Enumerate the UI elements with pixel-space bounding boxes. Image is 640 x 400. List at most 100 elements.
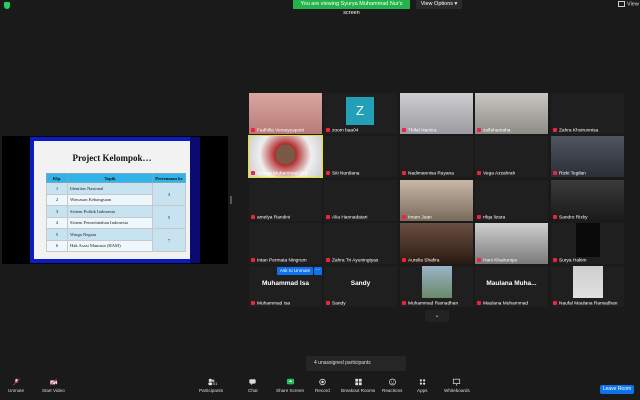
security-shield-icon[interactable]	[4, 2, 10, 9]
participant-name: zalfahamaha	[483, 128, 511, 133]
share-screen-button[interactable]: Share Screen	[276, 378, 304, 393]
participant-name-label: Naufal Maulana Ramadhan	[553, 300, 618, 306]
view-button[interactable]: View	[618, 1, 639, 7]
participants-count: 51	[213, 381, 218, 386]
avatar: Z	[346, 97, 374, 125]
participant-name-label: zoom baa04	[326, 127, 358, 133]
col-header-klp: Klp.	[46, 173, 68, 183]
whiteboards-label: Whiteboards	[444, 388, 470, 393]
participant-video	[422, 266, 452, 298]
table-row: 3 Sistem Politik Indonesia 5	[46, 205, 186, 229]
participant-name-label: Surya Hakim	[553, 257, 586, 263]
table-cell: Warga Negara	[67, 228, 153, 241]
participant-display-name: Sandy	[350, 280, 371, 287]
participant-tile[interactable]: Naufal Maulana Ramadhan	[551, 266, 624, 307]
record-button[interactable]: Record	[315, 378, 330, 393]
participant-name: amelya Randini	[257, 215, 291, 220]
participant-tile[interactable]: Zahra Tri Ayuningtyas	[324, 223, 397, 264]
participant-name: Aurelia Shafira	[408, 258, 440, 263]
smiley-icon	[388, 378, 396, 386]
participant-tile[interactable]: Intan Permata Ningrum	[249, 223, 322, 264]
reactions-button[interactable]: Reactions	[382, 378, 402, 393]
gallery-next-page-button[interactable]: ⌄	[425, 310, 449, 322]
top-bar: You are viewing Syurya Muhammad Nur's sc…	[0, 0, 640, 16]
table-header-row: Klp. Topik Pertemuan ke	[46, 173, 186, 183]
table-cell: 3	[46, 205, 68, 218]
slide-title: Project Kelompok…	[72, 153, 152, 163]
participant-name: Hani Khairuniya	[483, 258, 517, 263]
apps-button[interactable]: Apps	[417, 378, 427, 393]
participant-display-name: Muhammad Isa	[262, 280, 309, 287]
muted-mic-icon	[553, 214, 557, 219]
participant-tile[interactable]: Rizki Tegilan	[551, 136, 624, 177]
participant-tile[interactable]: Vega Azzahrah	[475, 136, 548, 177]
participant-name-label: Zahra Khoirunnisa	[553, 127, 598, 133]
participant-tile[interactable]: Zzoom baa04	[324, 93, 397, 134]
participant-name: Sandro Rizky	[559, 215, 588, 220]
start-video-label: Start Video	[42, 388, 65, 393]
table-cell: Wawasan Kebangsaan	[67, 193, 153, 206]
muted-mic-icon	[326, 170, 330, 175]
whiteboards-button[interactable]: Whiteboards	[444, 378, 470, 393]
whiteboard-icon	[453, 378, 461, 386]
participant-name-label: zalfahamaha	[477, 127, 511, 133]
participant-name-label: Imam Joan	[402, 214, 432, 220]
participant-tile[interactable]: Aurelia Shafira	[400, 223, 473, 264]
leave-room-button[interactable]: Leave Room	[600, 385, 634, 394]
panel-splitter-handle[interactable]	[230, 196, 232, 204]
unmute-button[interactable]: Unmute	[8, 378, 24, 393]
participant-tile[interactable]: rifqa lizara	[475, 180, 548, 221]
table-cell: Hak Asasi Manusia (HAM)	[67, 239, 153, 252]
col-header-pertemuan: Pertemuan ke	[152, 173, 186, 183]
chat-icon	[249, 379, 257, 386]
participant-tile[interactable]: Alia Hannadatari	[324, 180, 397, 221]
unassigned-participants-notice[interactable]: 4 unassigned participants	[306, 356, 406, 371]
participant-tile[interactable]: Sandro Rizky	[551, 180, 624, 221]
participants-button[interactable]: Participants	[199, 378, 223, 393]
record-label: Record	[315, 388, 330, 393]
participant-tile[interactable]: Sandy Sandy	[324, 266, 397, 307]
participant-tile[interactable]: amelya Randini	[249, 180, 322, 221]
table-cell: Identitas Nasional	[67, 182, 153, 195]
slide-edge	[190, 137, 200, 263]
participant-name-label: Nadimannisa Rayana	[402, 170, 454, 176]
ask-to-unmute-button[interactable]: Ask to Unmute	[277, 267, 313, 275]
breakout-rooms-button[interactable]: Breakout Rooms	[341, 378, 375, 393]
presentation-slide: Project Kelompok… Klp. Topik Pertemuan k…	[30, 137, 200, 263]
start-video-button[interactable]: Start Video	[42, 378, 65, 393]
participant-name-label: Fadhilla Versayyaputri	[251, 127, 304, 133]
participant-tile[interactable]: Maulana Muha... Maulana Muhammad	[475, 266, 548, 307]
participant-tile[interactable]: Thifal Namira	[400, 93, 473, 134]
participant-name-label: Thifal Namira	[402, 127, 437, 133]
participant-tile[interactable]: Nadimannisa Rayana	[400, 136, 473, 177]
video-off-icon	[49, 378, 57, 386]
participant-tile[interactable]: Hani Khairuniya	[475, 223, 548, 264]
muted-mic-icon	[402, 127, 406, 132]
participant-name-label: amelya Randini	[251, 214, 291, 220]
participant-name: Syurya Muhammad Nur	[257, 171, 308, 176]
breakout-rooms-icon	[354, 378, 362, 386]
participant-tile[interactable]: Muhammad Ramadhan	[400, 266, 473, 307]
muted-mic-icon	[251, 257, 255, 262]
participant-name: Naufal Maulana Ramadhan	[559, 301, 618, 306]
participant-tile[interactable]: Surya Hakim	[551, 223, 624, 264]
muted-mic-icon	[553, 127, 557, 132]
muted-mic-icon	[553, 170, 557, 175]
muted-mic-icon	[402, 170, 406, 175]
table-cell: 1	[46, 182, 68, 195]
participant-tile[interactable]: Imam Joan	[400, 180, 473, 221]
participant-name: Zahra Tri Ayuningtyas	[332, 258, 379, 263]
participant-name-label: Syurya Muhammad Nur	[251, 170, 308, 176]
participant-tile[interactable]: Zahra Khoirunnisa	[551, 93, 624, 134]
chat-button[interactable]: Chat	[248, 378, 258, 393]
participant-name-label: Sandy	[326, 300, 346, 306]
participant-name-label: Zahra Tri Ayuningtyas	[326, 257, 379, 263]
view-options-button[interactable]: View Options ▾	[416, 0, 462, 9]
muted-mic-icon	[477, 127, 481, 132]
participant-tile[interactable]: Siti Nurdiana	[324, 136, 397, 177]
participant-tile[interactable]: Fadhilla Versayyaputri	[249, 93, 322, 134]
participant-tile[interactable]: Syurya Muhammad Nur	[248, 135, 323, 178]
participant-display-name: Maulana Muha...	[486, 280, 537, 287]
participant-tile[interactable]: zalfahamaha	[475, 93, 548, 134]
more-options-button[interactable]: ···	[314, 267, 322, 275]
